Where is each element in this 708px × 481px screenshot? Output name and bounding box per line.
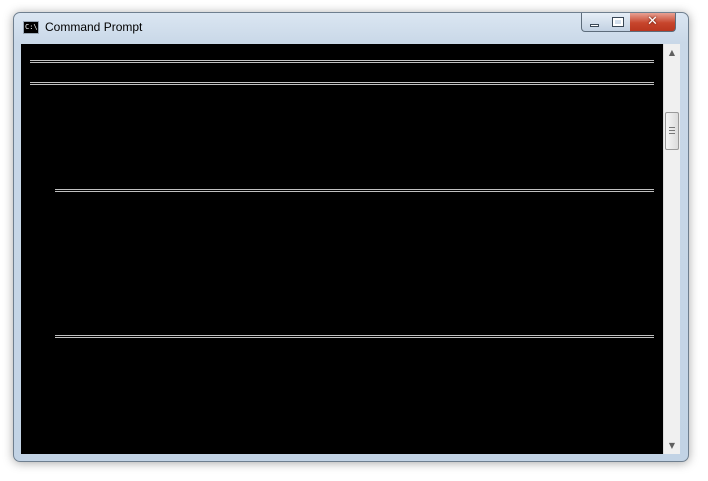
prompt-text: C:\> xyxy=(30,440,66,454)
option-argument: (none) xyxy=(246,224,299,243)
column-argument: ARGUMENT xyxy=(246,176,338,195)
grip-line xyxy=(669,127,675,128)
option-argument: (none) xyxy=(246,236,299,255)
option-meaning: set background color xyxy=(374,296,543,315)
option-argument: (none) xyxy=(246,212,299,231)
option-short: -q xyxy=(182,272,198,291)
option-long-name: --version xyxy=(55,224,125,243)
option-short: -h xyxy=(182,200,198,219)
option-argument: (none) xyxy=(246,200,299,219)
title-bar[interactable]: C:\ Command Prompt ✕ xyxy=(14,13,688,45)
column-short: SHORT xyxy=(182,176,237,195)
window-title: Command Prompt xyxy=(45,20,143,34)
close-icon: ✕ xyxy=(647,14,658,29)
option-short: -b xyxy=(182,296,198,315)
command-prompt-icon[interactable]: C:\ xyxy=(23,21,39,34)
minimize-button[interactable] xyxy=(581,13,607,32)
option-long-name: --help2 xyxy=(55,212,112,231)
option-short: -i xyxy=(182,308,193,327)
option-short: -p xyxy=(182,260,198,279)
option-argument: (none) xyxy=(246,260,299,279)
grip-line xyxy=(669,133,675,134)
example-line: png2jpeg input.png xyxy=(55,380,213,399)
option-meaning: set component sampling factors xyxy=(374,284,633,303)
option-long-name: --background xyxy=(55,296,162,315)
table-rule-bottom xyxy=(55,335,654,338)
option-meaning: set quality xyxy=(374,272,459,291)
maximize-button[interactable] xyxy=(606,13,631,32)
column-long-name: LONG NAME xyxy=(55,176,153,195)
option-long-name: --infile xyxy=(55,308,106,327)
option-meaning: print help information xyxy=(374,200,549,219)
close-button[interactable]: ✕ xyxy=(630,13,676,32)
option-long-name: --outfile xyxy=(55,320,118,339)
example-line: png2jpeg -q 50 --background 128,255,0 ic… xyxy=(55,404,449,423)
option-argument: filename xyxy=(246,320,316,339)
maximize-icon xyxy=(612,17,624,27)
header-version: version 1.0.2.1 xyxy=(534,68,654,87)
scroll-down-button[interactable]: ▼ xyxy=(664,437,680,454)
option-short: -v xyxy=(182,236,197,255)
table-rule-top xyxy=(55,189,654,192)
console-output[interactable]: PNG-TO-JPEG Conversion Utility version 1… xyxy=(21,44,663,454)
option-long-name: --verbose xyxy=(55,236,131,255)
option-short: -s xyxy=(182,284,197,303)
header-rule-top xyxy=(30,60,654,63)
scroll-thumb[interactable] xyxy=(665,112,679,150)
examples-heading: Examples: xyxy=(30,356,114,375)
syntax-line: png2jpeg [option <arg> [...]] input_file xyxy=(55,128,368,147)
syntax-heading: The syntax is: xyxy=(30,104,142,123)
option-short: -V xyxy=(182,224,198,243)
example-line: png2jpeg -p --quality 95 --sample 1x1 -o… xyxy=(55,392,605,411)
option-meaning: print help for advanced JPEG xyxy=(374,212,604,231)
triangle-down-icon: ▼ xyxy=(668,441,676,450)
option-long-name: --quality xyxy=(55,272,122,291)
option-short: -g xyxy=(182,248,198,267)
option-argument: filename xyxy=(246,308,316,327)
scroll-up-button[interactable]: ▲ xyxy=(664,44,680,61)
header-title: PNG-TO-JPEG Conversion Utility xyxy=(30,68,282,87)
option-argument: HxV xyxy=(246,284,279,303)
option-argument: 0 to 100 xyxy=(246,272,313,291)
option-short: -H xyxy=(182,212,200,231)
option-long-name: --progressive xyxy=(55,260,160,279)
option-short: -o xyxy=(182,320,198,339)
option-argument: R,G,B xyxy=(246,296,291,315)
option-meaning: create progressive JPEG xyxy=(374,260,565,279)
options-heading: The following options are supported: xyxy=(30,152,324,171)
option-meaning: print debug information xyxy=(374,236,565,255)
option-meaning: provide input filename xyxy=(374,308,556,327)
header-rule-bottom xyxy=(30,82,654,85)
command-prompt-line[interactable]: C:\> xyxy=(30,440,73,454)
minimize-icon xyxy=(590,24,599,27)
option-long-name: --grayscale xyxy=(55,248,144,267)
option-long-name: --help xyxy=(55,200,102,219)
column-meaning: MEANING xyxy=(374,176,450,195)
option-meaning: override output filename xyxy=(374,320,574,339)
option-long-name: --sample xyxy=(55,284,125,303)
triangle-up-icon: ▲ xyxy=(668,48,676,57)
option-meaning: print version information xyxy=(374,224,573,243)
option-meaning: create monochrome JPEG xyxy=(374,248,578,267)
vertical-scrollbar[interactable]: ▲ ▼ xyxy=(663,44,680,454)
grip-line xyxy=(669,130,675,131)
option-argument: (none) xyxy=(246,248,299,267)
